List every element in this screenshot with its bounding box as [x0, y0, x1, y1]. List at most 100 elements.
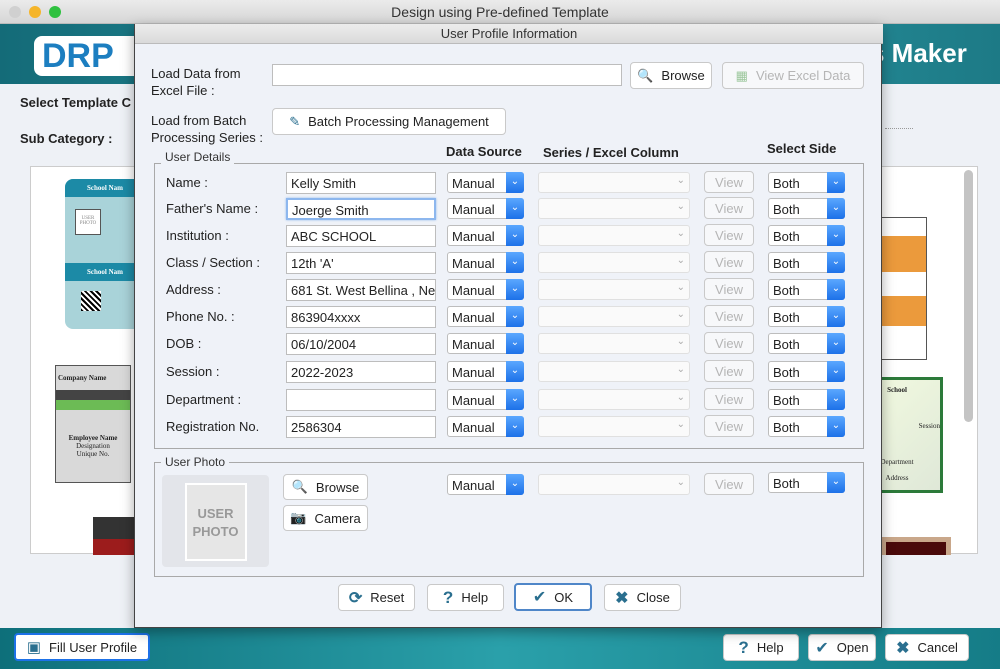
series-column-combo[interactable]: ⌄ [538, 389, 690, 410]
browse-folder-icon: 🔍 [637, 67, 654, 83]
photo-side-select[interactable]: Both ⌄ [768, 472, 845, 493]
select-side-select[interactable]: Both ⌄ [768, 252, 845, 273]
template-thumbnail-company[interactable]: Company Name Employee Name Designation U… [55, 365, 131, 483]
chevron-down-icon: ⌄ [676, 392, 685, 403]
field-label: Phone No. : [166, 309, 235, 324]
field-input[interactable]: Joerge Smith [286, 198, 436, 220]
select-side-select[interactable]: Both ⌄ [768, 333, 845, 354]
view-button[interactable]: View [704, 224, 754, 246]
minimize-window-button[interactable] [29, 6, 41, 18]
select-side-select[interactable]: Both ⌄ [768, 172, 845, 193]
user-photo-label: User Photo [161, 455, 230, 469]
chevron-down-icon: ⌄ [506, 361, 524, 382]
select-side-select[interactable]: Both ⌄ [768, 416, 845, 437]
series-column-combo[interactable]: ⌄ [538, 279, 690, 300]
field-input[interactable]: 681 St. West Bellina , New [286, 279, 436, 301]
view-button[interactable]: View [704, 305, 754, 327]
series-column-combo[interactable]: ⌄ [538, 198, 690, 219]
fill-user-profile-button[interactable]: ▣ Fill User Profile [14, 633, 150, 661]
chevron-down-icon: ⌄ [827, 172, 845, 193]
field-input[interactable]: 12th 'A' [286, 252, 436, 274]
field-label: Father's Name : [166, 201, 259, 216]
series-column-combo[interactable]: ⌄ [538, 333, 690, 354]
excel-file-input[interactable] [272, 64, 622, 86]
chevron-down-icon: ⌄ [676, 201, 685, 212]
view-button[interactable]: View [704, 197, 754, 219]
data-source-select[interactable]: Manual ⌄ [447, 333, 524, 354]
reset-button[interactable]: ⟳ Reset [338, 584, 415, 611]
open-button[interactable]: ✔ Open [808, 634, 876, 661]
field-input[interactable]: 2022-2023 [286, 361, 436, 383]
select-side-select[interactable]: Both ⌄ [768, 306, 845, 327]
chevron-down-icon: ⌄ [506, 198, 524, 219]
view-button[interactable]: View [704, 332, 754, 354]
field-input[interactable]: Kelly Smith [286, 172, 436, 194]
cancel-button[interactable]: ✖ Cancel [885, 634, 969, 661]
batch-label: Load from Batch Processing Series : [151, 113, 263, 145]
series-column-combo[interactable]: ⌄ [538, 172, 690, 193]
field-input[interactable] [286, 389, 436, 411]
data-source-select[interactable]: Manual ⌄ [447, 306, 524, 327]
photo-view-button[interactable]: View [704, 473, 754, 495]
close-button[interactable]: ✖ Close [604, 584, 681, 611]
select-side-select[interactable]: Both ⌄ [768, 198, 845, 219]
chevron-down-icon: ⌄ [506, 416, 524, 437]
field-input[interactable]: ABC SCHOOL [286, 225, 436, 247]
view-button[interactable]: View [704, 171, 754, 193]
footer-help-button[interactable]: ? Help [723, 634, 799, 661]
data-source-select[interactable]: Manual ⌄ [447, 252, 524, 273]
chevron-down-icon: ⌄ [676, 282, 685, 293]
user-profile-icon: ▣ [26, 639, 42, 656]
data-source-select[interactable]: Manual ⌄ [447, 198, 524, 219]
data-source-select[interactable]: Manual ⌄ [447, 279, 524, 300]
series-column-combo[interactable]: ⌄ [538, 225, 690, 246]
chevron-down-icon: ⌄ [506, 333, 524, 354]
view-button[interactable]: View [704, 278, 754, 300]
select-side-select[interactable]: Both ⌄ [768, 361, 845, 382]
ok-button[interactable]: ✔ OK [514, 583, 592, 611]
data-source-select[interactable]: Manual ⌄ [447, 416, 524, 437]
data-source-select[interactable]: Manual ⌄ [447, 225, 524, 246]
camera-button[interactable]: 📷 Camera [283, 505, 368, 531]
chevron-down-icon: ⌄ [827, 252, 845, 273]
field-input[interactable]: 2586304 [286, 416, 436, 438]
select-side-select[interactable]: Both ⌄ [768, 389, 845, 410]
check-icon: ✔ [815, 639, 829, 657]
help-button[interactable]: ? Help [427, 584, 504, 611]
photo-browse-button[interactable]: 🔍 Browse [283, 474, 368, 500]
gallery-scrollbar[interactable] [964, 170, 973, 422]
select-side-select[interactable]: Both ⌄ [768, 225, 845, 246]
field-input[interactable]: 863904xxxx [286, 306, 436, 328]
help-icon: ? [442, 587, 454, 607]
chevron-down-icon: ⌄ [827, 198, 845, 219]
view-excel-data-button[interactable]: ▦ View Excel Data [722, 62, 864, 89]
photo-source-select[interactable]: Manual ⌄ [447, 474, 524, 495]
view-button[interactable]: View [704, 415, 754, 437]
data-source-select[interactable]: Manual ⌄ [447, 361, 524, 382]
excel-browse-button[interactable]: 🔍 Browse [630, 62, 712, 89]
field-label: Institution : [166, 228, 229, 243]
data-source-select[interactable]: Manual ⌄ [447, 172, 524, 193]
photo-series-combo[interactable]: ⌄ [538, 474, 690, 495]
select-side-select[interactable]: Both ⌄ [768, 279, 845, 300]
batch-processing-button[interactable]: ✎ Batch Processing Management [272, 108, 506, 135]
template-thumbnail-school[interactable]: School Nam USER PHOTO School Nam [65, 179, 145, 329]
field-label: Registration No. [166, 419, 260, 434]
field-input[interactable]: 06/10/2004 [286, 333, 436, 355]
view-button[interactable]: View [704, 388, 754, 410]
field-label: Name : [166, 175, 208, 190]
series-column-combo[interactable]: ⌄ [538, 416, 690, 437]
data-source-select[interactable]: Manual ⌄ [447, 389, 524, 410]
series-column-combo[interactable]: ⌄ [538, 252, 690, 273]
chevron-down-icon: ⌄ [676, 364, 685, 375]
series-column-combo[interactable]: ⌄ [538, 361, 690, 382]
chevron-down-icon: ⌄ [676, 477, 685, 488]
view-button[interactable]: View [704, 360, 754, 382]
chevron-down-icon: ⌄ [827, 389, 845, 410]
excel-file-label: Load Data from Excel File : [151, 66, 241, 98]
series-column-combo[interactable]: ⌄ [538, 306, 690, 327]
close-window-button[interactable] [9, 6, 21, 18]
view-button[interactable]: View [704, 251, 754, 273]
help-icon: ? [738, 637, 749, 657]
zoom-window-button[interactable] [49, 6, 61, 18]
